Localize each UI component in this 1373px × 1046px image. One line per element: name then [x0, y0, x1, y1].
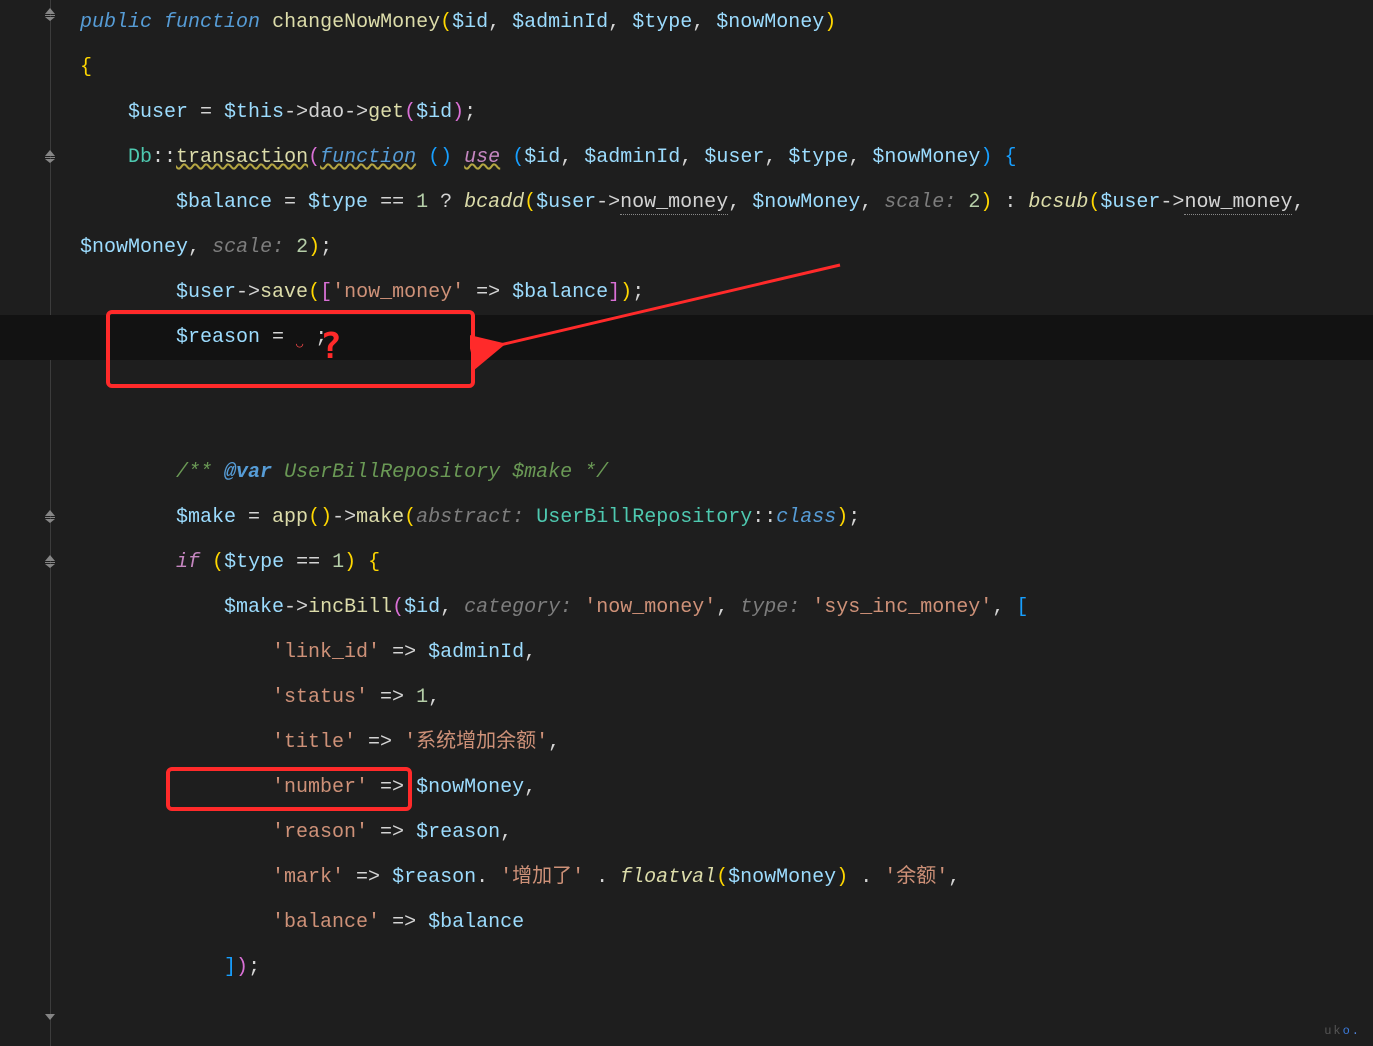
code-line: 'title' => '系统增加余额', — [80, 720, 1373, 765]
code-line: $balance = $type == 1 ? bcadd($user->now… — [80, 180, 1373, 225]
hint-category: category: — [464, 596, 572, 619]
var-make: $make — [176, 506, 236, 529]
class-Db: Db — [128, 146, 152, 169]
var-balance: $balance — [176, 191, 272, 214]
function-name: changeNowMoney — [272, 11, 440, 34]
hint-type: type: — [740, 596, 800, 619]
gutter — [0, 0, 68, 1046]
code-line: $user->save(['now_money' => $balance]); — [80, 270, 1373, 315]
code-line: 'status' => 1, — [80, 675, 1373, 720]
code-line: 'link_id' => $adminId, — [80, 630, 1373, 675]
var-reason: $reason — [176, 326, 260, 349]
code-line-blank — [80, 405, 1373, 450]
param-nowMoney: $nowMoney — [716, 11, 824, 34]
hint-scale: scale: — [884, 191, 956, 214]
param-adminId: $adminId — [512, 11, 608, 34]
code-line: $nowMoney, scale: 2); — [80, 225, 1373, 270]
code-line: /** @var UserBillRepository $make */ — [80, 450, 1373, 495]
fold-collapse-icon[interactable] — [42, 148, 58, 164]
fold-collapse-icon[interactable] — [42, 6, 58, 22]
keyword-function: function — [164, 11, 260, 34]
watermark: uko. — [1324, 1024, 1361, 1038]
code-line: $user = $this->dao->get($id); — [80, 90, 1373, 135]
code-line-highlighted: $reason = ◡ ; — [0, 315, 1373, 360]
code-line: $make = app()->make(abstract: UserBillRe… — [80, 495, 1373, 540]
var-user: $user — [128, 101, 188, 124]
doc-tag-var: @var — [224, 461, 272, 484]
keyword-if: if — [176, 551, 200, 574]
code-line: public function changeNowMoney($id, $adm… — [80, 0, 1373, 45]
keyword-public: public — [80, 11, 152, 34]
param-type: $type — [632, 11, 692, 34]
code-line: 'balance' => $balance — [80, 900, 1373, 945]
hint-abstract: abstract: — [416, 506, 524, 529]
class-UserBillRepository: UserBillRepository — [536, 506, 752, 529]
code-line: Db::transaction(function () use ($id, $a… — [80, 135, 1373, 180]
code-line: 'reason' => $reason, — [80, 810, 1373, 855]
annotation-question-mark: ? — [320, 326, 342, 367]
code-line: ]); — [80, 945, 1373, 990]
fold-collapse-icon[interactable] — [42, 508, 58, 524]
code-line: $make->incBill($id, category: 'now_money… — [80, 585, 1373, 630]
code-line: { — [80, 45, 1373, 90]
fold-expand-icon[interactable] — [42, 1008, 58, 1024]
code-line: if ($type == 1) { — [80, 540, 1373, 585]
code-area[interactable]: public function changeNowMoney($id, $adm… — [80, 0, 1373, 990]
fold-collapse-icon[interactable] — [42, 553, 58, 569]
code-line: 'mark' => $reason. '增加了' . floatval($now… — [80, 855, 1373, 900]
param-id: $id — [452, 11, 488, 34]
code-line-blank — [80, 360, 1373, 405]
code-line: 'number' => $nowMoney, — [80, 765, 1373, 810]
